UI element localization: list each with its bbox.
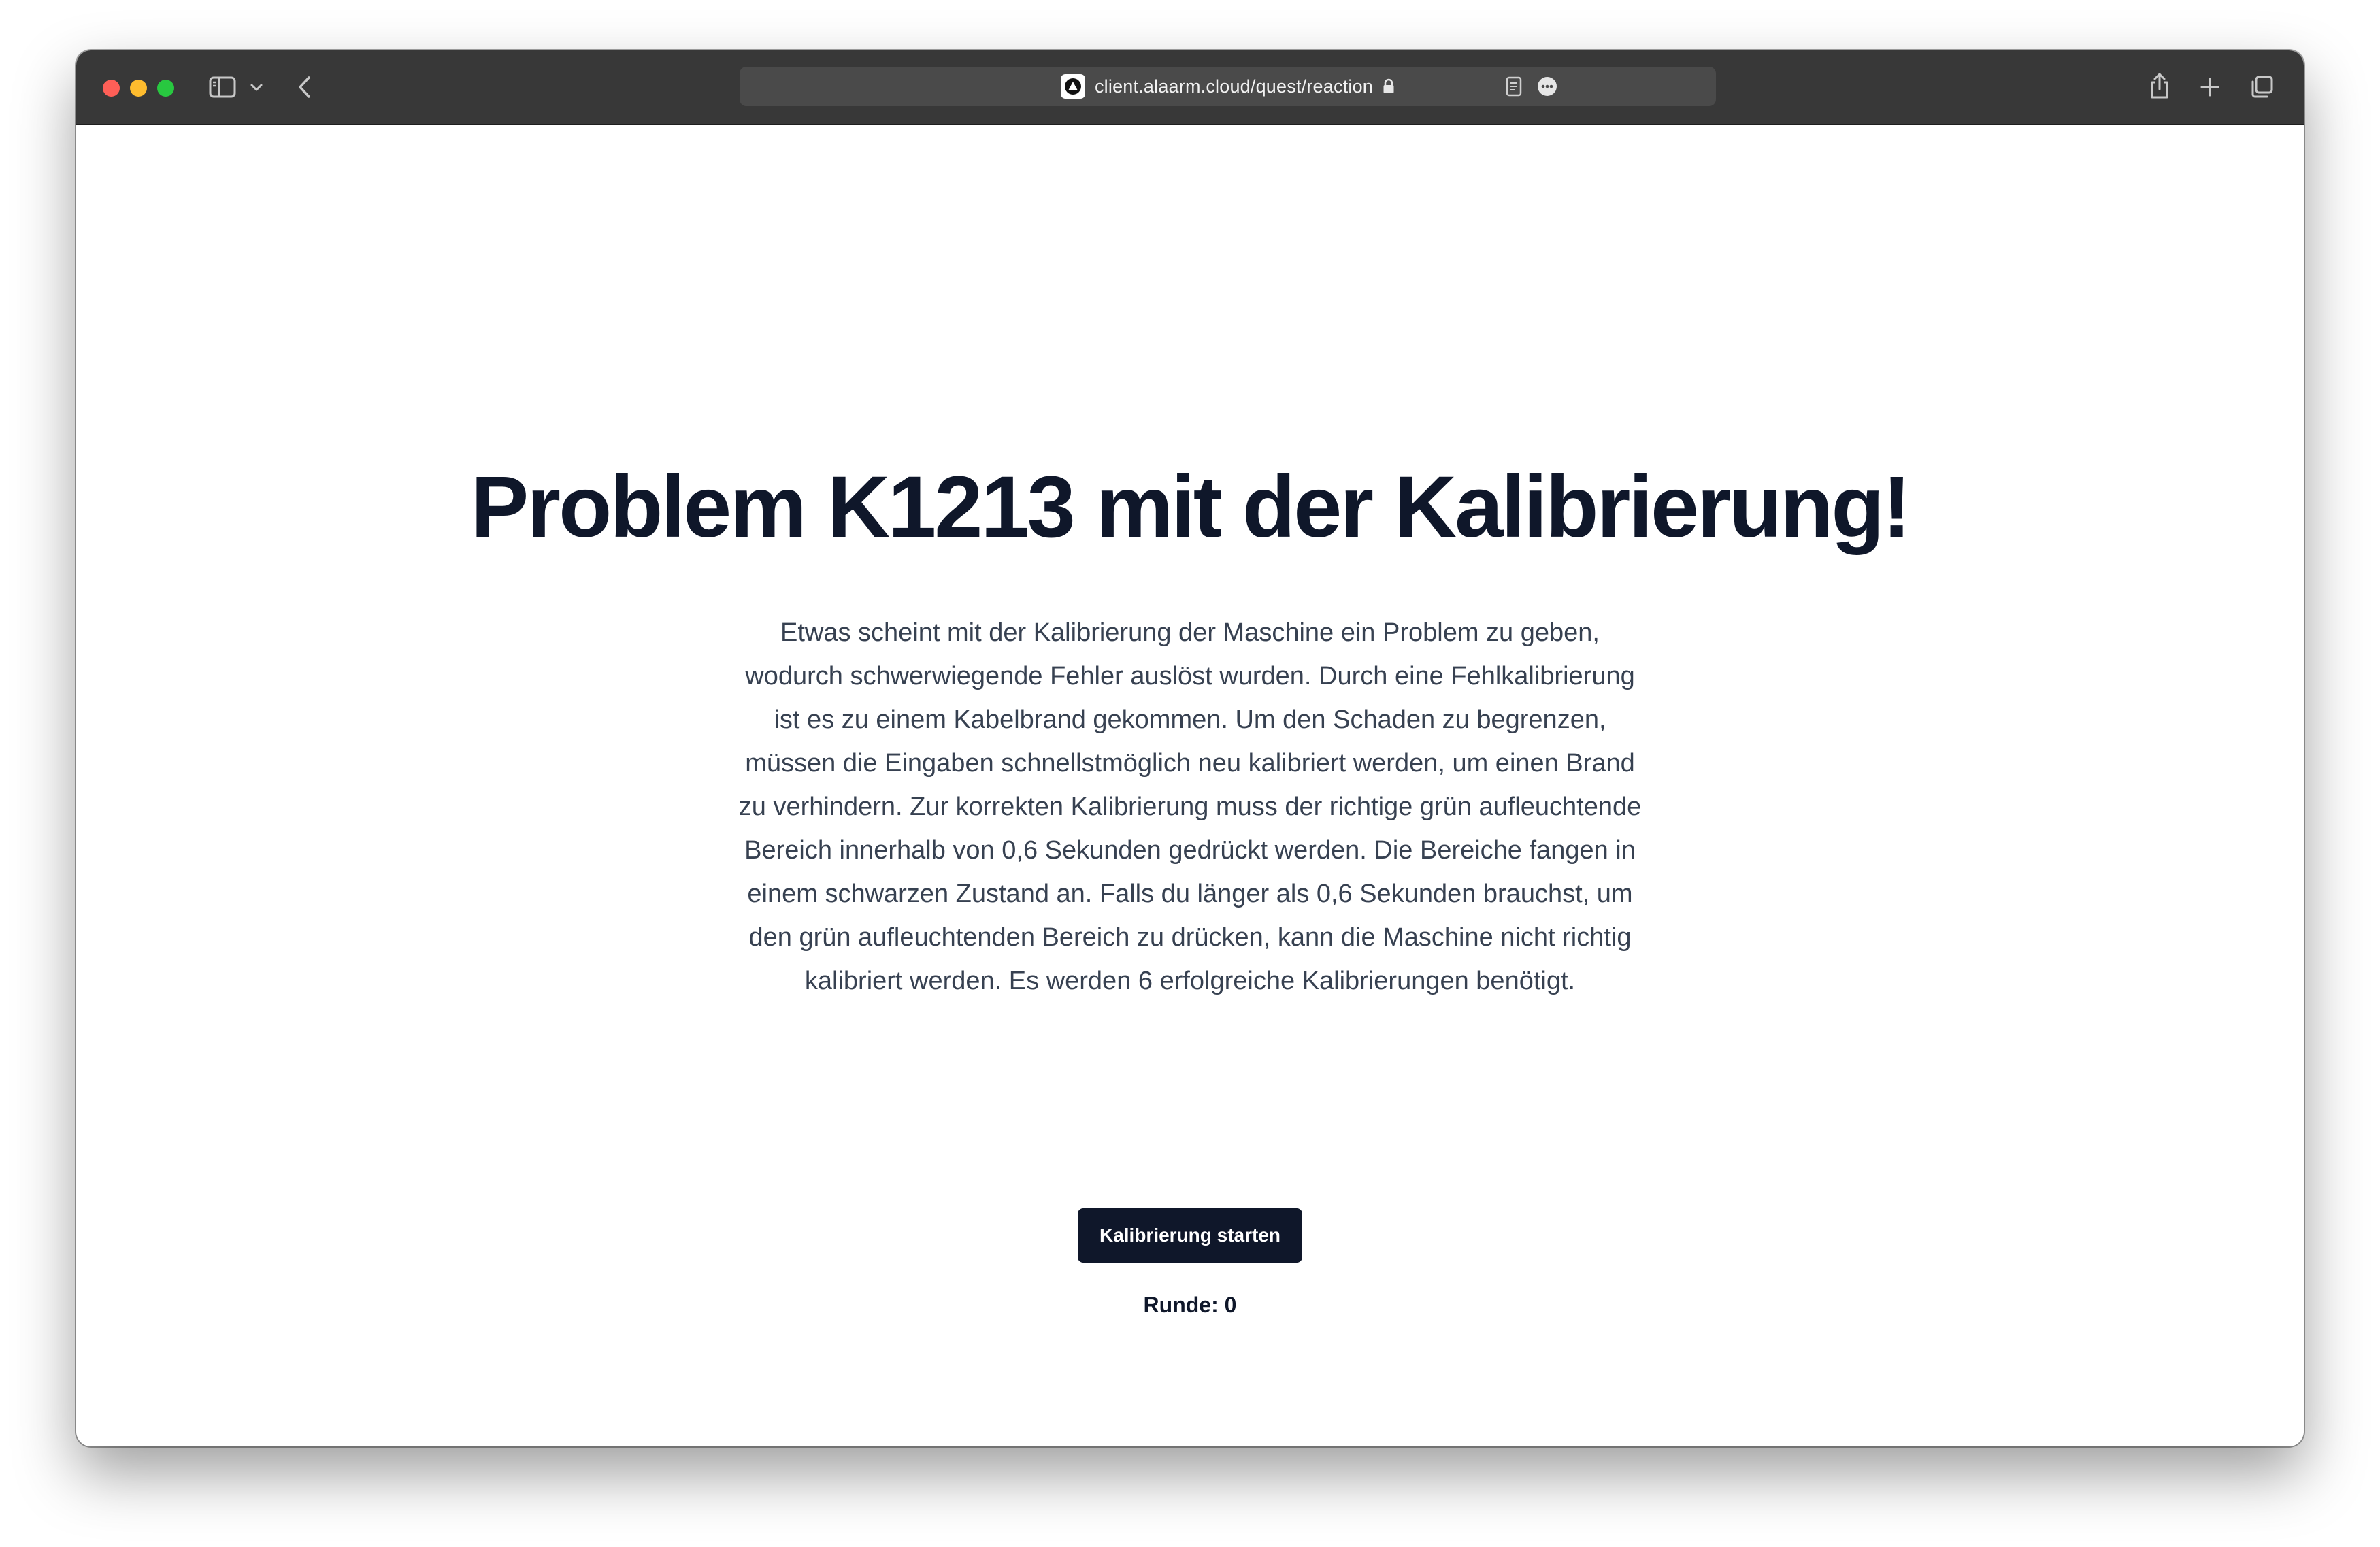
favicon-icon bbox=[1060, 74, 1085, 99]
minimize-window-button[interactable] bbox=[130, 80, 147, 97]
url-text: client.alaarm.cloud/quest/reaction bbox=[1094, 76, 1374, 97]
description-text: Etwas scheint mit der Kalibrierung der M… bbox=[738, 618, 1642, 995]
more-icon[interactable] bbox=[1536, 75, 1559, 98]
close-window-button[interactable] bbox=[103, 80, 120, 97]
back-icon[interactable] bbox=[293, 75, 317, 99]
round-counter: Runde: 0 bbox=[1143, 1293, 1237, 1317]
page-title: Problem K1213 mit der Kalibrierung! bbox=[470, 459, 1911, 556]
start-calibration-button[interactable]: Kalibrierung starten bbox=[1078, 1208, 1302, 1263]
browser-window: client.alaarm.cloud/quest/reaction Probl… bbox=[76, 50, 2304, 1446]
reader-icon[interactable] bbox=[1503, 75, 1525, 98]
share-icon[interactable] bbox=[2147, 71, 2172, 101]
address-bar[interactable]: client.alaarm.cloud/quest/reaction bbox=[740, 67, 1716, 106]
zoom-window-button[interactable] bbox=[157, 80, 174, 97]
page-content: Problem K1213 mit der Kalibrierung! Etwa… bbox=[76, 125, 2304, 1446]
browser-toolbar: client.alaarm.cloud/quest/reaction bbox=[76, 50, 2304, 125]
lock-icon bbox=[1383, 78, 1395, 95]
tabs-icon[interactable] bbox=[2248, 73, 2275, 101]
sidebar-icon[interactable] bbox=[208, 75, 237, 99]
plus-icon[interactable] bbox=[2198, 75, 2222, 99]
url-display: client.alaarm.cloud/quest/reaction bbox=[740, 67, 1716, 106]
chevron-down-icon[interactable] bbox=[249, 80, 264, 95]
